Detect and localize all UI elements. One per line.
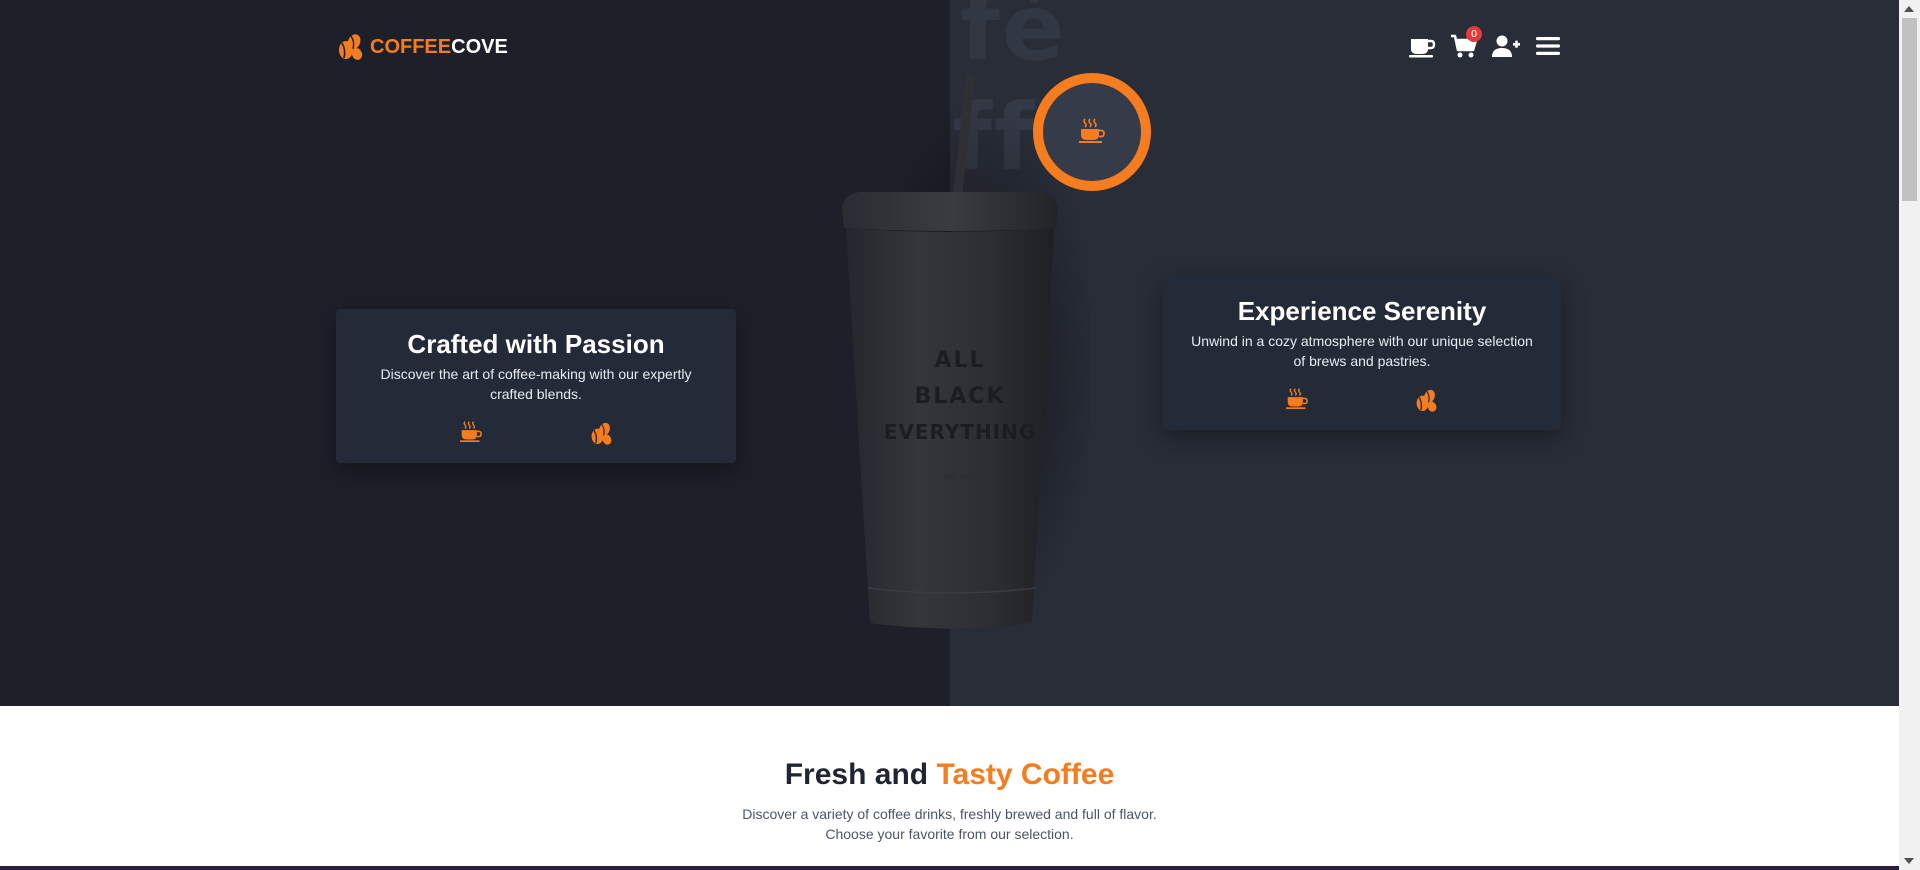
products-intro-section: Fresh and Tasty Coffee Discover a variet… (0, 706, 1899, 870)
hot-coffee-button[interactable] (1033, 73, 1151, 191)
coffee-beans-icon (589, 419, 613, 445)
hot-coffee-icon (1286, 386, 1308, 412)
section-title-accent: Tasty Coffee (936, 758, 1115, 791)
brand-name-part1: COFFEE (370, 36, 452, 58)
brand-name: COFFEECOVE (370, 36, 508, 59)
add-user-icon[interactable] (1492, 32, 1520, 60)
brand-logo[interactable]: COFFEECOVE (336, 30, 508, 65)
cup-print-line4: EST. 2019 (943, 474, 977, 481)
card-title: Experience Serenity (1237, 296, 1487, 326)
card-icons (1163, 386, 1561, 412)
scroll-down-arrow[interactable] (1904, 858, 1914, 864)
coffee-cup-icon[interactable] (1408, 32, 1436, 60)
coffee-beans-icon (1414, 386, 1438, 412)
scroll-thumb[interactable] (1902, 18, 1917, 201)
navbar: COFFEECOVE 0 (336, 26, 1562, 68)
hot-coffee-icon (1079, 117, 1105, 148)
section-title-part1: Fresh and (784, 758, 937, 791)
cup-print-line2: BLACK (914, 384, 1006, 409)
page-bottom-border (0, 866, 1899, 870)
section-title: Fresh and Tasty Coffee (0, 758, 1899, 792)
feature-card-passion: Crafted with Passion Discover the art of… (336, 309, 736, 463)
card-text: Discover the art of coffee-making with o… (380, 366, 692, 402)
section-description: Discover a variety of coffee drinks, fre… (0, 804, 1899, 844)
cart-icon[interactable]: 0 (1450, 26, 1482, 60)
card-icons (336, 419, 736, 445)
card-text: Unwind in a cozy atmosphere with our uni… (1191, 333, 1533, 369)
brand-name-part2: COVE (451, 36, 508, 58)
section-desc-line2: Choose your favorite from our selection. (825, 826, 1074, 842)
hero-section: fé ff COFFEECOVE (0, 0, 1899, 706)
hot-coffee-icon (459, 419, 482, 445)
section-desc-line1: Discover a variety of coffee drinks, fre… (742, 806, 1157, 822)
feature-card-serenity: Experience Serenity Unwind in a cozy atm… (1163, 276, 1561, 430)
scroll-up-arrow[interactable] (1904, 6, 1914, 12)
nav-icons: 0 (1408, 26, 1562, 60)
cart-count-badge: 0 (1466, 26, 1482, 42)
page-scrollbar[interactable] (1899, 0, 1920, 870)
cup-print-line1: ALL (934, 348, 986, 373)
menu-icon[interactable] (1534, 32, 1562, 60)
coffee-beans-icon (336, 30, 364, 65)
cup-print-line3: EVERYTHING (883, 420, 1037, 444)
card-title: Crafted with Passion (407, 329, 665, 359)
